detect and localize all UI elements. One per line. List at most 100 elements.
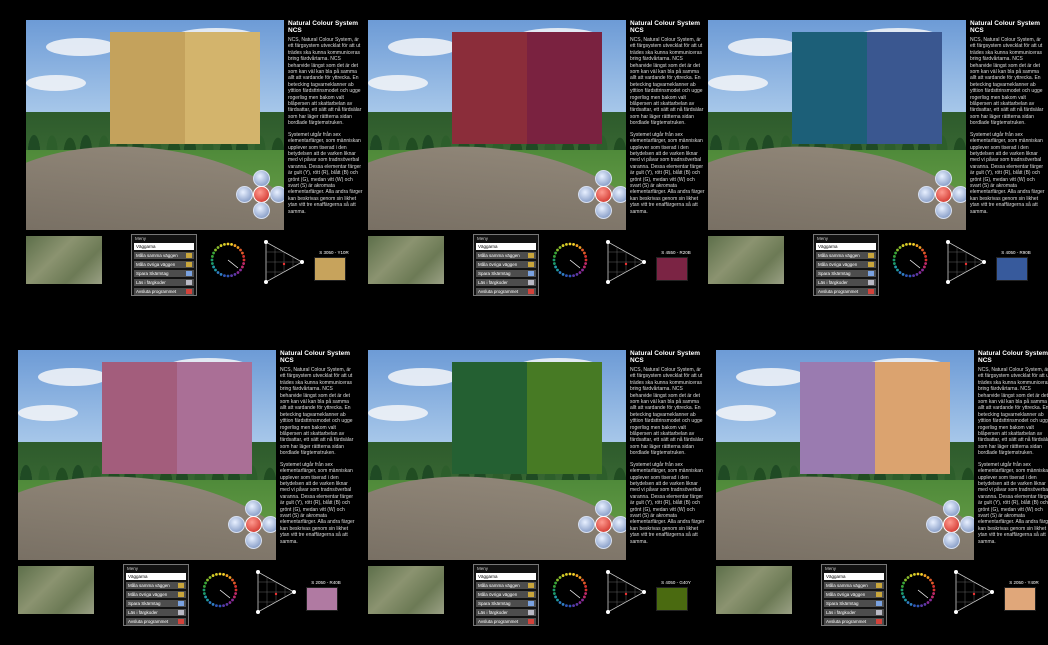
hue-dot[interactable]	[575, 603, 579, 606]
down-arrow-icon[interactable]	[935, 202, 952, 219]
hue-dot[interactable]	[242, 258, 246, 262]
hue-dot[interactable]	[561, 273, 565, 276]
wall-right[interactable]	[875, 362, 950, 474]
stop-icon[interactable]	[943, 516, 960, 533]
menu-item-exit[interactable]: Avsluta programmet	[824, 618, 884, 625]
rotate-left-icon[interactable]	[578, 516, 595, 533]
hue-dot[interactable]	[584, 588, 588, 592]
hue-dot[interactable]	[905, 243, 908, 246]
menu-item-paint-same[interactable]: Måla samma väggen	[126, 582, 186, 589]
hue-dot[interactable]	[584, 255, 587, 258]
rotate-right-icon[interactable]	[612, 516, 626, 533]
hue-dot[interactable]	[208, 601, 212, 604]
menu-item-exit[interactable]: Avsluta programmet	[816, 288, 876, 295]
menu-item-paint-same[interactable]: Måla samma väggen	[476, 252, 536, 259]
hue-dot[interactable]	[234, 585, 237, 588]
hue-dot[interactable]	[233, 581, 236, 585]
menu-item-read-codes[interactable]: Läs i färgkoder	[824, 609, 884, 616]
up-arrow-icon[interactable]	[595, 500, 612, 517]
hue-dot[interactable]	[215, 604, 218, 607]
wall-select[interactable]: Väggarna	[816, 243, 876, 250]
hue-dot[interactable]	[923, 251, 926, 255]
ncs-colour-circle[interactable]	[890, 240, 930, 280]
hue-dot[interactable]	[236, 246, 240, 249]
minimap[interactable]	[26, 236, 102, 284]
hue-dot[interactable]	[211, 603, 215, 606]
hue-dot[interactable]	[581, 598, 584, 602]
hue-dot[interactable]	[558, 271, 562, 274]
hue-dot[interactable]	[581, 268, 584, 272]
menu-item-paint-other[interactable]: Måla övriga väggen	[126, 591, 186, 598]
ncs-colour-circle[interactable]	[898, 570, 938, 610]
ncs-colour-circle[interactable]	[200, 570, 240, 610]
menu-item-exit[interactable]: Avsluta programmet	[134, 288, 194, 295]
hue-dot[interactable]	[932, 592, 935, 595]
stop-icon[interactable]	[253, 186, 270, 203]
wall-left[interactable]	[452, 362, 527, 474]
wall-select[interactable]: Väggarna	[134, 243, 194, 250]
hue-dot[interactable]	[583, 581, 586, 585]
3d-scene-view[interactable]	[368, 350, 626, 560]
hue-dot[interactable]	[575, 574, 579, 577]
down-arrow-icon[interactable]	[253, 202, 270, 219]
hue-dot[interactable]	[901, 592, 904, 595]
hue-dot[interactable]	[561, 603, 565, 606]
hue-dot[interactable]	[206, 598, 209, 602]
hue-dot[interactable]	[921, 268, 924, 272]
ncs-colour-circle[interactable]	[550, 240, 590, 280]
hue-dot[interactable]	[584, 262, 587, 265]
hue-dot[interactable]	[904, 598, 907, 602]
hue-dot[interactable]	[219, 273, 223, 276]
wall-select[interactable]: Väggarna	[476, 573, 536, 580]
minimap[interactable]	[368, 566, 444, 614]
hue-dot[interactable]	[554, 251, 557, 255]
ncs-colour-triangle[interactable]	[944, 240, 986, 284]
menu-item-read-codes[interactable]: Läs i färgkoder	[126, 609, 186, 616]
hue-dot[interactable]	[568, 242, 572, 246]
hue-dot[interactable]	[583, 251, 586, 255]
hue-dot[interactable]	[912, 243, 915, 246]
hue-dot[interactable]	[216, 271, 220, 274]
hue-dot[interactable]	[214, 268, 217, 272]
hue-dot[interactable]	[575, 244, 579, 247]
hue-dot[interactable]	[572, 604, 575, 607]
hue-dot[interactable]	[893, 262, 896, 265]
wall-right[interactable]	[185, 32, 260, 144]
hue-dot[interactable]	[929, 598, 932, 602]
minimap[interactable]	[716, 566, 792, 614]
wall-select[interactable]: Väggarna	[476, 243, 536, 250]
menu-item-read-codes[interactable]: Läs i färgkoder	[816, 279, 876, 286]
wall-right[interactable]	[177, 362, 252, 474]
hue-dot[interactable]	[208, 576, 212, 579]
menu-item-save-screenshot[interactable]: Spara Skärmtag	[824, 600, 884, 607]
hue-dot[interactable]	[916, 604, 920, 608]
hue-dot[interactable]	[924, 262, 927, 265]
hue-dot[interactable]	[556, 598, 559, 602]
rotate-right-icon[interactable]	[952, 186, 966, 203]
hue-dot[interactable]	[578, 601, 582, 604]
hue-dot[interactable]	[926, 576, 930, 579]
hue-dot[interactable]	[906, 601, 910, 604]
hue-dot[interactable]	[204, 595, 207, 599]
hue-dot[interactable]	[558, 576, 562, 579]
wall-select[interactable]: Väggarna	[824, 573, 884, 580]
menu-item-paint-other[interactable]: Måla övriga väggen	[476, 261, 536, 268]
hue-dot[interactable]	[578, 246, 582, 249]
rotate-left-icon[interactable]	[918, 186, 935, 203]
wall-left[interactable]	[792, 32, 867, 144]
wall-left[interactable]	[452, 32, 527, 144]
hue-dot[interactable]	[231, 578, 234, 582]
hue-dot[interactable]	[222, 604, 225, 607]
hue-dot[interactable]	[561, 574, 565, 577]
menu-item-exit[interactable]: Avsluta programmet	[476, 618, 536, 625]
stop-icon[interactable]	[245, 516, 262, 533]
hue-dot[interactable]	[583, 265, 586, 269]
hue-dot[interactable]	[575, 273, 579, 276]
hue-dot[interactable]	[931, 595, 934, 599]
hue-dot[interactable]	[228, 601, 232, 604]
hue-dot[interactable]	[234, 588, 238, 592]
hue-dot[interactable]	[583, 595, 586, 599]
hue-dot[interactable]	[581, 578, 584, 582]
hue-dot[interactable]	[228, 576, 232, 579]
hue-dot[interactable]	[920, 604, 923, 607]
